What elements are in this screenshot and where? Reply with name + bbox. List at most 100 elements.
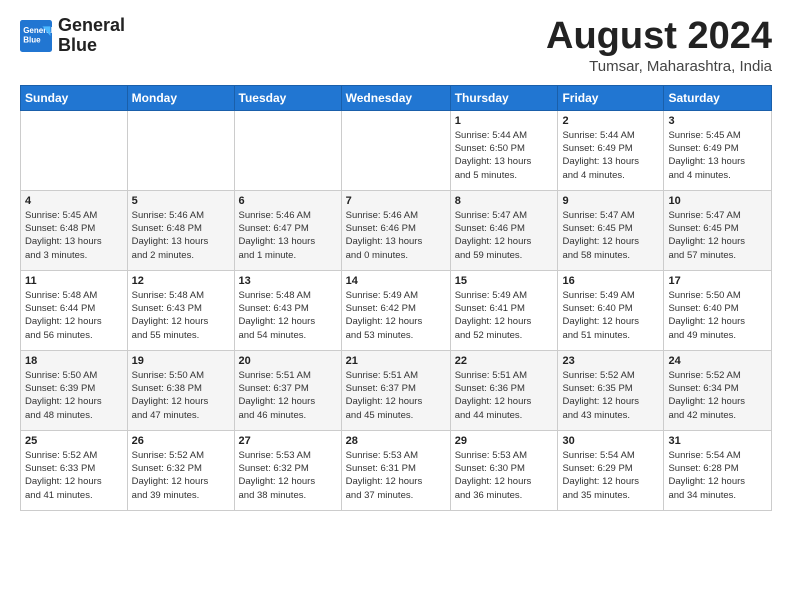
day-number: 27: [239, 435, 337, 447]
day-info: Sunrise: 5:44 AMSunset: 6:50 PMDaylight:…: [455, 129, 554, 182]
calendar-cell: 27Sunrise: 5:53 AMSunset: 6:32 PMDayligh…: [234, 430, 341, 510]
calendar-cell: 20Sunrise: 5:51 AMSunset: 6:37 PMDayligh…: [234, 350, 341, 430]
day-number: 12: [132, 275, 230, 287]
day-info: Sunrise: 5:45 AMSunset: 6:48 PMDaylight:…: [25, 209, 123, 262]
day-info: Sunrise: 5:50 AMSunset: 6:40 PMDaylight:…: [668, 289, 767, 342]
calendar-cell: 17 Sunrise: 5:50 AMSunset: 6:40 PMDayligh…: [664, 270, 772, 350]
day-info: Sunrise: 5:51 AMSunset: 6:36 PMDaylight:…: [455, 369, 554, 422]
calendar: SundayMondayTuesdayWednesdayThursdayFrid…: [20, 85, 772, 511]
day-number: 23: [562, 355, 659, 367]
col-header-monday: Monday: [127, 85, 234, 110]
calendar-cell: 31 Sunrise: 5:54 AMSunset: 6:28 PMDayligh…: [664, 430, 772, 510]
calendar-cell: 11Sunrise: 5:48 AMSunset: 6:44 PMDayligh…: [21, 270, 128, 350]
day-number: 24: [668, 355, 767, 367]
day-number: 10: [668, 195, 767, 207]
calendar-cell: 19 Sunrise: 5:50 AMSunset: 6:38 PMDayligh…: [127, 350, 234, 430]
day-info: Sunrise: 5:48 AMSunset: 6:44 PMDaylight:…: [25, 289, 123, 342]
calendar-week-5: 25Sunrise: 5:52 AMSunset: 6:33 PMDayligh…: [21, 430, 772, 510]
day-info: Sunrise: 5:45 AMSunset: 6:49 PMDaylight:…: [668, 129, 767, 182]
day-info: Sunrise: 5:46 AMSunset: 6:46 PMDaylight:…: [346, 209, 446, 262]
page: General Blue General Blue August 2024 Tu…: [0, 0, 792, 612]
day-number: 4: [25, 195, 123, 207]
day-number: 19: [132, 355, 230, 367]
day-number: 29: [455, 435, 554, 447]
day-info: Sunrise: 5:47 AMSunset: 6:45 PMDaylight:…: [668, 209, 767, 262]
calendar-cell: 26 Sunrise: 5:52 AMSunset: 6:32 PMDayligh…: [127, 430, 234, 510]
day-info: Sunrise: 5:52 AMSunset: 6:35 PMDaylight:…: [562, 369, 659, 422]
day-number: 1: [455, 115, 554, 127]
calendar-cell: 30 Sunrise: 5:54 AMSunset: 6:29 PMDayligh…: [558, 430, 664, 510]
calendar-cell: 15Sunrise: 5:49 AMSunset: 6:41 PMDayligh…: [450, 270, 558, 350]
day-number: 30: [562, 435, 659, 447]
calendar-cell: 6 Sunrise: 5:46 AMSunset: 6:47 PMDaylight…: [234, 190, 341, 270]
col-header-wednesday: Wednesday: [341, 85, 450, 110]
logo-line1: General: [58, 16, 125, 36]
calendar-header-row: SundayMondayTuesdayWednesdayThursdayFrid…: [21, 85, 772, 110]
calendar-cell: 28Sunrise: 5:53 AMSunset: 6:31 PMDayligh…: [341, 430, 450, 510]
calendar-cell: [234, 110, 341, 190]
day-number: 22: [455, 355, 554, 367]
day-info: Sunrise: 5:46 AMSunset: 6:48 PMDaylight:…: [132, 209, 230, 262]
calendar-cell: 24 Sunrise: 5:52 AMSunset: 6:34 PMDayligh…: [664, 350, 772, 430]
day-info: Sunrise: 5:54 AMSunset: 6:28 PMDaylight:…: [668, 449, 767, 502]
calendar-cell: 23 Sunrise: 5:52 AMSunset: 6:35 PMDayligh…: [558, 350, 664, 430]
calendar-cell: 13 Sunrise: 5:48 AMSunset: 6:43 PMDayligh…: [234, 270, 341, 350]
calendar-cell: [127, 110, 234, 190]
col-header-sunday: Sunday: [21, 85, 128, 110]
calendar-cell: 5 Sunrise: 5:46 AMSunset: 6:48 PMDaylight…: [127, 190, 234, 270]
title-area: August 2024 Tumsar, Maharashtra, India: [546, 16, 772, 75]
calendar-cell: 3Sunrise: 5:45 AMSunset: 6:49 PMDaylight…: [664, 110, 772, 190]
day-number: 31: [668, 435, 767, 447]
col-header-tuesday: Tuesday: [234, 85, 341, 110]
day-info: Sunrise: 5:50 AMSunset: 6:39 PMDaylight:…: [25, 369, 123, 422]
col-header-thursday: Thursday: [450, 85, 558, 110]
day-info: Sunrise: 5:44 AMSunset: 6:49 PMDaylight:…: [562, 129, 659, 182]
day-info: Sunrise: 5:47 AMSunset: 6:46 PMDaylight:…: [455, 209, 554, 262]
calendar-week-3: 11Sunrise: 5:48 AMSunset: 6:44 PMDayligh…: [21, 270, 772, 350]
day-number: 8: [455, 195, 554, 207]
month-year: August 2024: [546, 16, 772, 58]
day-info: Sunrise: 5:48 AMSunset: 6:43 PMDaylight:…: [132, 289, 230, 342]
day-number: 13: [239, 275, 337, 287]
day-info: Sunrise: 5:51 AMSunset: 6:37 PMDaylight:…: [346, 369, 446, 422]
day-info: Sunrise: 5:54 AMSunset: 6:29 PMDaylight:…: [562, 449, 659, 502]
col-header-saturday: Saturday: [664, 85, 772, 110]
day-number: 9: [562, 195, 659, 207]
calendar-cell: 14 Sunrise: 5:49 AMSunset: 6:42 PMDayligh…: [341, 270, 450, 350]
day-info: Sunrise: 5:49 AMSunset: 6:42 PMDaylight:…: [346, 289, 446, 342]
day-info: Sunrise: 5:49 AMSunset: 6:41 PMDaylight:…: [455, 289, 554, 342]
calendar-cell: 7 Sunrise: 5:46 AMSunset: 6:46 PMDaylight…: [341, 190, 450, 270]
col-header-friday: Friday: [558, 85, 664, 110]
calendar-cell: 8 Sunrise: 5:47 AMSunset: 6:46 PMDaylight…: [450, 190, 558, 270]
logo: General Blue General Blue: [20, 16, 125, 56]
day-number: 26: [132, 435, 230, 447]
logo-icon: General Blue: [20, 20, 52, 52]
location: Tumsar, Maharashtra, India: [546, 58, 772, 75]
calendar-week-2: 4 Sunrise: 5:45 AMSunset: 6:48 PMDaylight…: [21, 190, 772, 270]
day-number: 2: [562, 115, 659, 127]
day-number: 14: [346, 275, 446, 287]
calendar-week-1: 1 Sunrise: 5:44 AMSunset: 6:50 PMDaylight…: [21, 110, 772, 190]
day-number: 17: [668, 275, 767, 287]
logo-text: General Blue: [58, 16, 125, 56]
calendar-cell: [341, 110, 450, 190]
header: General Blue General Blue August 2024 Tu…: [20, 16, 772, 75]
day-number: 5: [132, 195, 230, 207]
day-info: Sunrise: 5:48 AMSunset: 6:43 PMDaylight:…: [239, 289, 337, 342]
day-info: Sunrise: 5:52 AMSunset: 6:34 PMDaylight:…: [668, 369, 767, 422]
day-info: Sunrise: 5:53 AMSunset: 6:30 PMDaylight:…: [455, 449, 554, 502]
svg-text:Blue: Blue: [23, 35, 41, 44]
calendar-cell: 18 Sunrise: 5:50 AMSunset: 6:39 PMDayligh…: [21, 350, 128, 430]
day-info: Sunrise: 5:50 AMSunset: 6:38 PMDaylight:…: [132, 369, 230, 422]
day-number: 18: [25, 355, 123, 367]
day-number: 7: [346, 195, 446, 207]
day-info: Sunrise: 5:52 AMSunset: 6:33 PMDaylight:…: [25, 449, 123, 502]
day-number: 6: [239, 195, 337, 207]
day-number: 21: [346, 355, 446, 367]
calendar-cell: 1 Sunrise: 5:44 AMSunset: 6:50 PMDaylight…: [450, 110, 558, 190]
day-info: Sunrise: 5:46 AMSunset: 6:47 PMDaylight:…: [239, 209, 337, 262]
calendar-cell: 25Sunrise: 5:52 AMSunset: 6:33 PMDayligh…: [21, 430, 128, 510]
calendar-cell: 2 Sunrise: 5:44 AMSunset: 6:49 PMDaylight…: [558, 110, 664, 190]
calendar-cell: 16Sunrise: 5:49 AMSunset: 6:40 PMDayligh…: [558, 270, 664, 350]
day-info: Sunrise: 5:52 AMSunset: 6:32 PMDaylight:…: [132, 449, 230, 502]
